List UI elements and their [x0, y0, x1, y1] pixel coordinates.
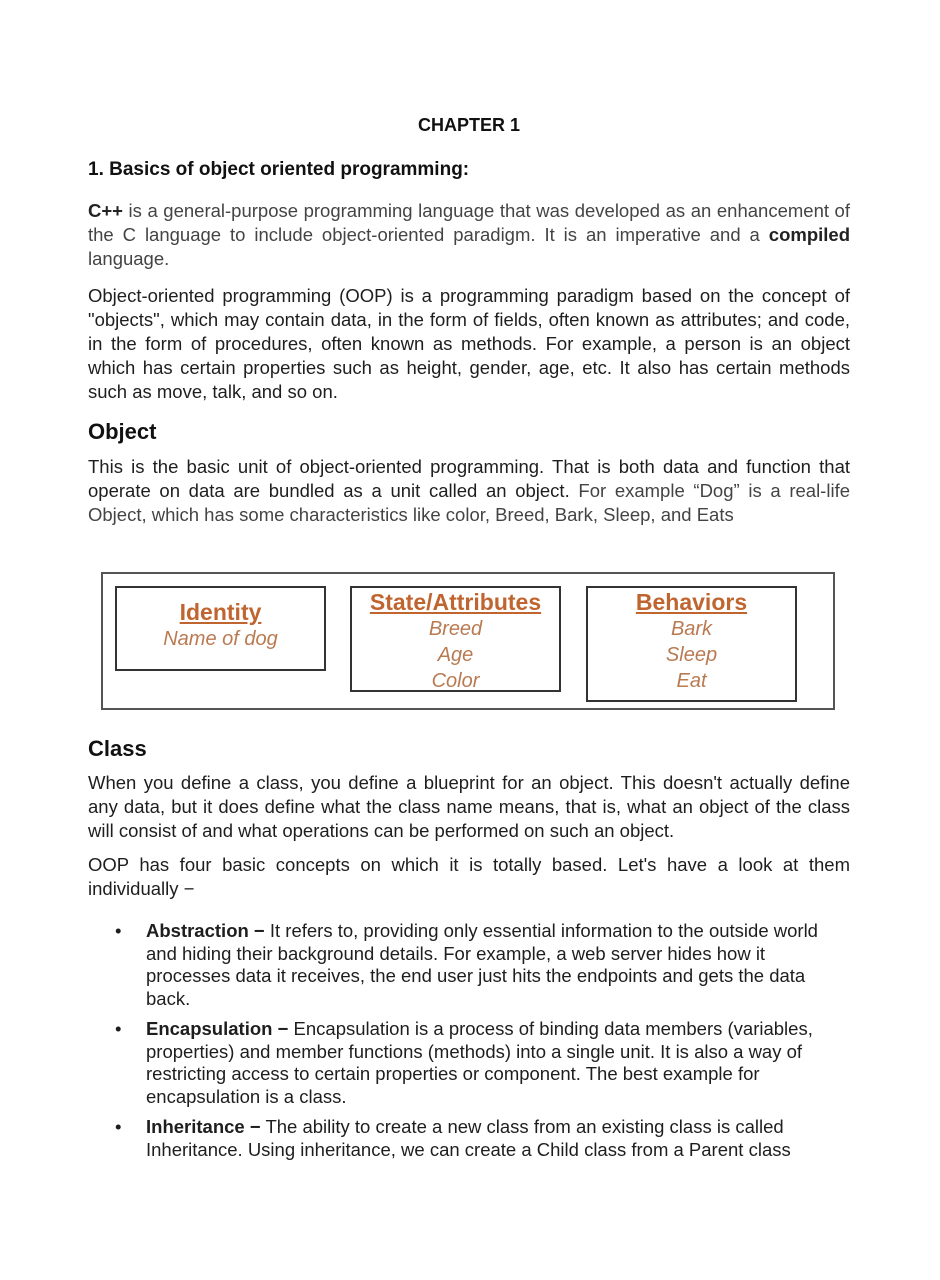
identity-item: Name of dog: [163, 628, 278, 650]
concept-term: Inheritance −: [146, 1116, 261, 1137]
behavior-item: Sleep: [665, 644, 718, 666]
bullet-icon: •: [115, 920, 122, 941]
identity-box: Identity Name of dog: [115, 586, 326, 671]
object-diagram: Identity Name of dog State/Attributes Br…: [101, 572, 835, 710]
list-item-abstraction: • Abstraction − It refers to, providing …: [88, 920, 836, 1010]
attribute-item: Breed: [428, 618, 483, 640]
class-heading: Class: [88, 736, 147, 761]
cpp-term: C++: [88, 200, 123, 221]
bullet-icon: •: [115, 1018, 122, 1039]
concepts-list: • Abstraction − It refers to, providing …: [88, 920, 850, 1169]
compiled-term: compiled: [768, 224, 850, 245]
attribute-item: Age: [437, 644, 474, 666]
list-item-inheritance: • Inheritance − The ability to create a …: [88, 1116, 836, 1161]
identity-title: Identity: [179, 599, 262, 625]
behaviors-box: Behaviors Bark Sleep Eat: [586, 586, 797, 702]
concept-term: Encapsulation −: [146, 1018, 289, 1039]
behavior-item: Eat: [676, 670, 707, 692]
state-attributes-box: State/Attributes Breed Age Color: [350, 586, 561, 692]
object-paragraph: This is the basic unit of object-oriente…: [88, 455, 850, 527]
bullet-icon: •: [115, 1116, 122, 1137]
state-attributes-title: State/Attributes: [369, 589, 542, 615]
concepts-intro: OOP has four basic concepts on which it …: [88, 854, 850, 899]
intro-text-end: language.: [88, 248, 170, 269]
behaviors-title: Behaviors: [635, 589, 748, 615]
chapter-title: CHAPTER 1: [417, 115, 520, 135]
attribute-item: Color: [431, 670, 480, 692]
concept-term: Abstraction −: [146, 920, 265, 941]
oop-paragraph: Object-oriented programming (OOP) is a p…: [88, 285, 850, 402]
intro-paragraph: C++ is a general-purpose programming lan…: [88, 199, 850, 271]
behavior-item: Bark: [670, 618, 713, 640]
class-paragraph: When you define a class, you define a bl…: [88, 772, 850, 841]
intro-text: is a general-purpose programming languag…: [88, 200, 850, 245]
object-heading: Object: [88, 419, 157, 444]
section-heading: 1. Basics of object oriented programming…: [88, 159, 470, 180]
list-item-encapsulation: • Encapsulation − Encapsulation is a pro…: [88, 1018, 836, 1108]
